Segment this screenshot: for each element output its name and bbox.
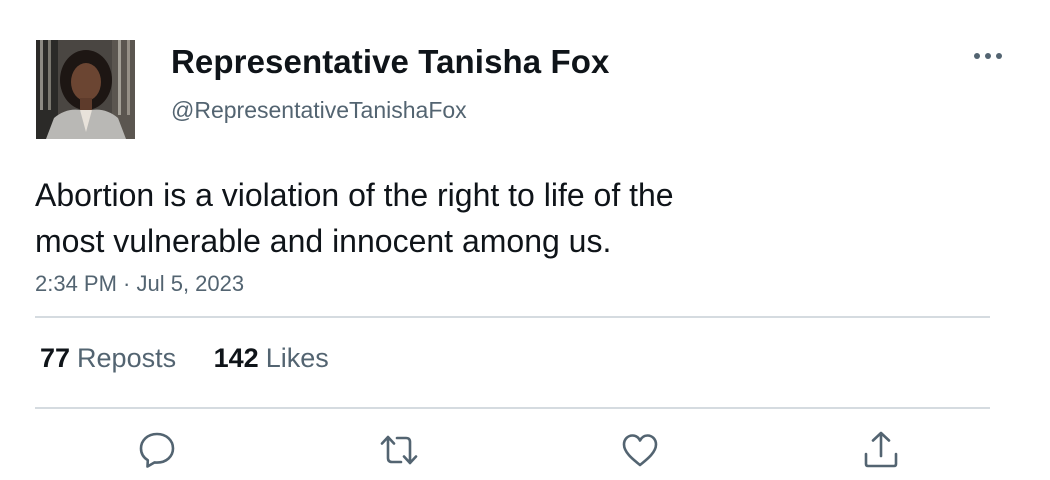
tweet-card: Representative Tanisha Fox @Representati… [0, 0, 1050, 480]
repost-icon [380, 435, 418, 465]
reposts-label: Reposts [77, 343, 177, 373]
likes-count: 142 [213, 343, 259, 373]
author-name[interactable]: Representative Tanisha Fox [171, 43, 609, 81]
like-button[interactable] [618, 428, 662, 472]
more-options-button[interactable] [968, 44, 1008, 68]
share-button[interactable] [859, 428, 903, 472]
reply-icon [139, 432, 175, 468]
repost-button[interactable] [377, 428, 421, 472]
tweet-text: Abortion is a violation of the right to … [35, 177, 674, 259]
avatar-photo [36, 40, 135, 139]
heart-icon [622, 434, 658, 467]
reposts-count: 77 [40, 343, 71, 373]
avatar[interactable] [36, 40, 135, 139]
author-handle[interactable]: @RepresentativeTanishaFox [171, 97, 467, 124]
likes-label: Likes [265, 343, 329, 373]
reply-button[interactable] [135, 428, 179, 472]
divider [35, 316, 990, 318]
share-icon [864, 431, 898, 468]
divider [35, 407, 990, 409]
likes-stat[interactable]: 142 Likes [214, 343, 329, 374]
tweet-timestamp[interactable]: 2:34 PM · Jul 5, 2023 [35, 271, 244, 297]
engagement-stats: 77 Reposts 142 Likes [40, 343, 329, 374]
reposts-stat[interactable]: 77 Reposts [40, 343, 176, 374]
more-dots-icon [974, 53, 1002, 59]
